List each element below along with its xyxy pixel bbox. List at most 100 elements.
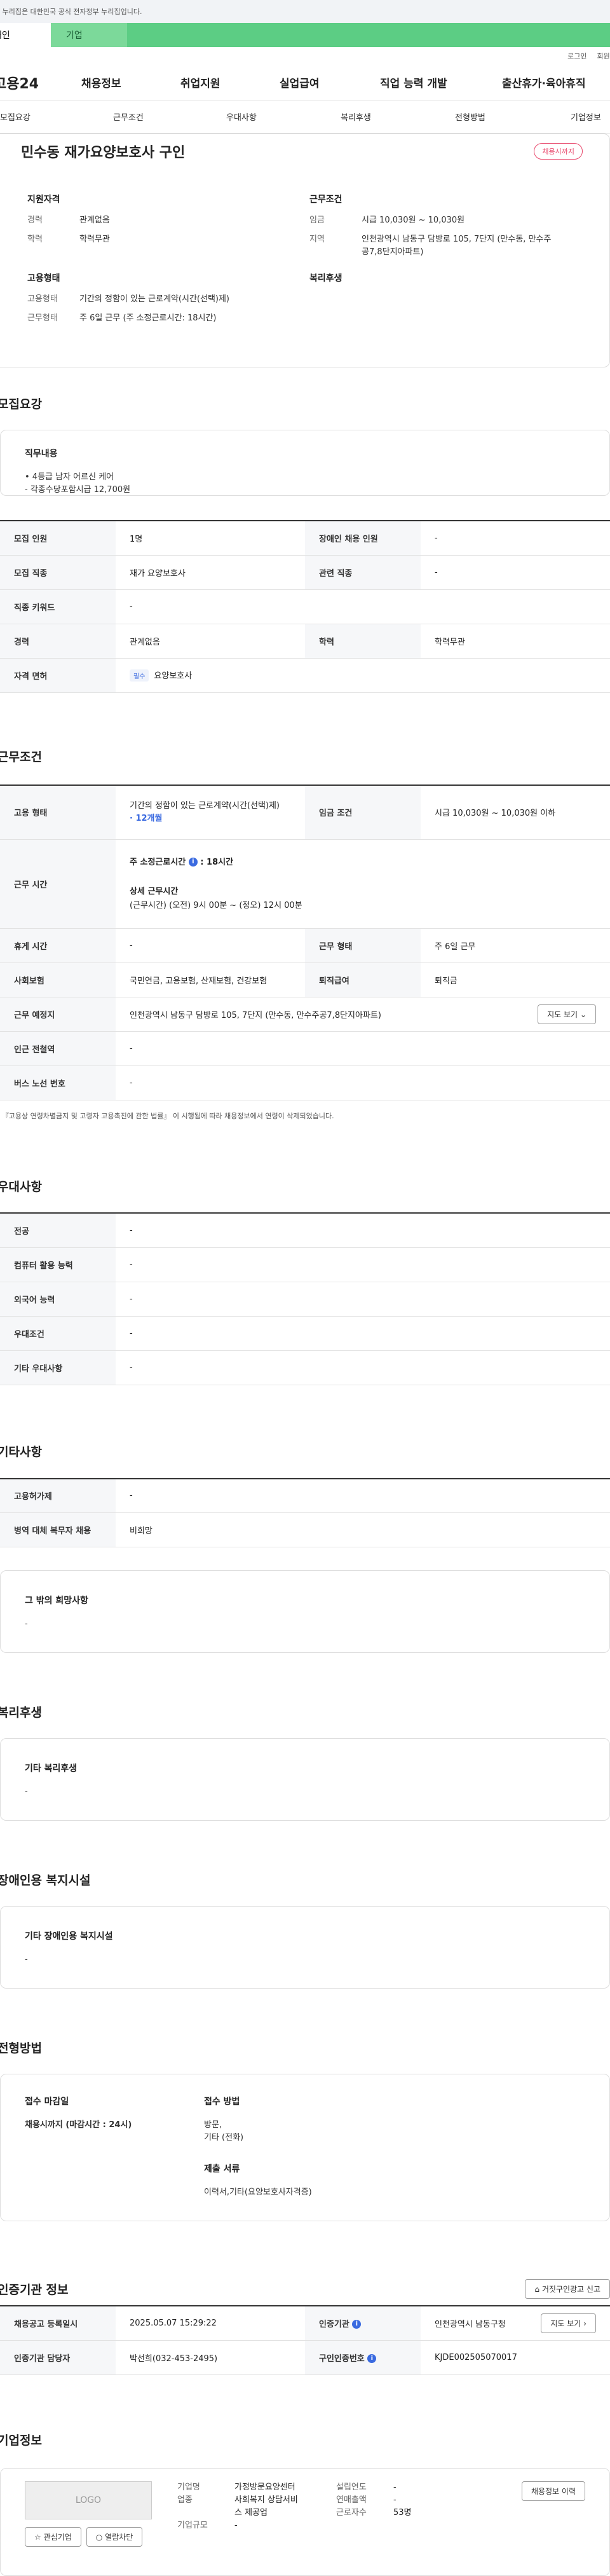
duty-line-2: - 각종수당포함시급 12,700원 bbox=[25, 485, 131, 495]
work-section: 근무조건 고용 형태 기간의 정함이 있는 근로계약(시간(선택)제) · 12개… bbox=[0, 744, 610, 1121]
subnav-welfare[interactable]: 복리후생 bbox=[341, 111, 371, 123]
recruit-history-button[interactable]: 채용정보 이력 bbox=[521, 2481, 585, 2501]
info-icon[interactable]: i bbox=[352, 2320, 362, 2329]
disability-box: 기타 장애인용 복지시설 - bbox=[0, 1906, 610, 1989]
table-row: 버스 노선 번호 - bbox=[0, 1065, 610, 1100]
info-icon[interactable]: i bbox=[367, 2354, 377, 2363]
tab-personal[interactable]: 개인 bbox=[0, 23, 51, 47]
subnav-preference[interactable]: 우대사항 bbox=[226, 111, 257, 123]
nav-unemployment-benefit[interactable]: 실업급여 bbox=[280, 74, 320, 90]
hope-title: 그 밖의 희망사항 bbox=[25, 1596, 88, 1606]
recruit-heading: 모집요강 bbox=[0, 397, 42, 411]
table-row: 기타 우대사항 - bbox=[0, 1350, 610, 1385]
recruit-table: 모집 인원 1명 장애인 채용 인원 - 모집 직종 재가 요양보호사 관련 직… bbox=[0, 520, 610, 693]
block-view-button[interactable]: ○ 열람차단 bbox=[86, 2526, 143, 2547]
preference-table: 전공 - 컴퓨터 활용 능력 - 외국어 능력 - 우대조건 - 기타 우대사항 - bbox=[0, 1212, 610, 1385]
subnav-company[interactable]: 기업정보 bbox=[571, 111, 601, 123]
contract-period: · 12개월 bbox=[130, 813, 163, 823]
employment-heading: 고용형태 bbox=[27, 273, 60, 284]
site-logo[interactable]: 고용24 bbox=[0, 72, 72, 93]
conditions-heading: 근무조건 bbox=[309, 195, 342, 205]
interest-company-button[interactable]: ☆ 관심기업 bbox=[25, 2526, 81, 2547]
work-heading: 근무조건 bbox=[0, 750, 42, 764]
table-row: 자격 면허 필수 요양보호사 bbox=[0, 658, 610, 693]
subnav-selection[interactable]: 전형방법 bbox=[455, 111, 485, 123]
table-row: 외국어 능력 - bbox=[0, 1282, 610, 1317]
table-row: 휴게 시간 - 근무 형태 주 6일 근무 bbox=[0, 928, 610, 963]
table-row: 모집 직종 재가 요양보호사 관련 직종 - bbox=[0, 555, 610, 590]
nav-employment-support[interactable]: 취업지원 bbox=[180, 74, 220, 90]
work-table: 고용 형태 기간의 정함이 있는 근로계약(시간(선택)제) · 12개월 임금 … bbox=[0, 784, 610, 1100]
table-row: 컴퓨터 활용 능력 - bbox=[0, 1247, 610, 1282]
top-utility-bar: 로그인 회원가입 bbox=[0, 47, 610, 65]
agency-view-button[interactable]: 지도 보기 › bbox=[541, 2313, 596, 2333]
company-logo: LOGO bbox=[25, 2481, 152, 2519]
preference-heading: 우대사항 bbox=[0, 1179, 42, 1194]
subnav-recruit[interactable]: 모집요강 bbox=[0, 111, 30, 123]
table-row: 사회보험 국민연금, 고용보험, 산재보험, 건강보험 퇴직급여 퇴직금 bbox=[0, 963, 610, 997]
hope-box: 그 밖의 희망사항 - bbox=[0, 1570, 610, 1653]
company-box: LOGO ☆ 관심기업 ○ 열람차단 기업명 가정방문요양센터 업종 사회복지 상담… bbox=[0, 2467, 610, 2576]
table-row: 근무 예정지 인천광역시 남동구 담방로 105, 7단지 (만수동, 만수주공… bbox=[0, 997, 610, 1032]
welfare-section-heading: 복리후생 bbox=[0, 1705, 42, 1720]
selection-box: 접수 마감일 채용시까지 (마감시간 : 24시) 접수 방법 방문, 기타 (… bbox=[0, 2074, 610, 2221]
user-tabs: 개인 기업 bbox=[0, 23, 610, 47]
table-row: 고용허가제 - bbox=[0, 1478, 610, 1513]
selection-heading: 전형방법 bbox=[0, 2041, 42, 2055]
duty-box: 직무내용 • 4등급 남자 어르신 케어 - 각종수당포함시급 12,700원 bbox=[0, 430, 610, 496]
map-view-button[interactable]: 지도 보기 ⌄ bbox=[538, 1004, 596, 1024]
welfare-heading: 복리후생 bbox=[309, 273, 342, 284]
table-row: 인증기관 담당자 박선희(032-453-2495) 구인인증번호 i KJDE… bbox=[0, 2340, 610, 2375]
gov-banner: 이 누리집은 대한민국 공식 전자정부 누리집입니다. bbox=[0, 0, 610, 23]
info-icon[interactable]: i bbox=[188, 858, 198, 867]
section-subnav: 모집요강 근무조건 우대사항 복리후생 전형방법 기업정보 bbox=[0, 100, 610, 134]
age-notice: ※ 『고용상 연령차별금지 및 고령자 고용촉진에 관한 법률』 이 시행됨에 … bbox=[0, 1112, 334, 1120]
etc-heading: 기타사항 bbox=[0, 1445, 42, 1459]
duty-title: 직무내용 bbox=[25, 449, 58, 459]
table-row: 병역 대체 복무자 채용 비희망 bbox=[0, 1512, 610, 1547]
etc-table: 고용허가제 - 병역 대체 복무자 채용 비희망 bbox=[0, 1477, 610, 1547]
job-title: 민수동 재가요양보호사 구인 bbox=[21, 145, 186, 161]
table-row: 근무 시간 주 소정근로시간 i : 18시간 상세 근무시간 (근무시간) (… bbox=[0, 839, 610, 929]
required-chip: 필수 bbox=[130, 669, 149, 682]
selection-section: 전형방법 접수 마감일 채용시까지 (마감시간 : 24시) 접수 방법 방문,… bbox=[0, 2034, 610, 2221]
company-section: 기업정보 LOGO ☆ 관심기업 ○ 열람차단 기업명 가정방문요양센터 업종 사회… bbox=[0, 2427, 610, 2576]
global-nav: 고용24 채용정보 취업지원 실업급여 직업 능력 개발 출산휴가·육아휴직 bbox=[0, 65, 610, 100]
table-row: 경력 관계없음 학력 학력무관 bbox=[0, 624, 610, 659]
table-row: 채용공고 등록일시 2025.05.07 15:29:22 인증기관 i 인천광… bbox=[0, 2306, 610, 2341]
preference-section: 우대사항 전공 - 컴퓨터 활용 능력 - 외국어 능력 - 우대조건 - 기타 우대사… bbox=[0, 1173, 610, 1385]
welfare-box: 기타 복리후생 - bbox=[0, 1738, 610, 1821]
chevron-right-icon: › bbox=[583, 2319, 586, 2328]
report-fake-ad-button[interactable]: ⌂ 거짓구인광고 신고 bbox=[525, 2278, 610, 2299]
etc-section: 기타사항 고용허가제 - 병역 대체 복무자 채용 비희망 그 밖의 희망사항 - bbox=[0, 1439, 610, 1653]
cert-heading: 인증기관 정보 bbox=[0, 2282, 69, 2297]
nav-job-skills[interactable]: 직업 능력 개발 bbox=[380, 74, 447, 90]
home-icon: ⌂ bbox=[534, 2284, 540, 2294]
table-row: 인근 전철역 - bbox=[0, 1031, 610, 1066]
job-summary-card: 민수동 재가요양보호사 구인 채용시까지 지원자격 경력 관계없음 학력 학력무관 … bbox=[0, 134, 610, 367]
deadline-badge: 채용시까지 bbox=[534, 143, 583, 160]
table-row: 직종 키워드 - bbox=[0, 589, 610, 624]
nav-parental-leave[interactable]: 출산휴가·육아휴직 bbox=[502, 74, 586, 90]
duty-line-1: • 4등급 남자 어르신 케어 bbox=[25, 472, 114, 482]
nav-recruit[interactable]: 채용정보 bbox=[81, 74, 121, 90]
subnav-conditions[interactable]: 근무조건 bbox=[113, 111, 144, 123]
tab-company[interactable]: 기업 bbox=[51, 23, 127, 47]
disability-section: 장애인용 복지시설 기타 장애인용 복지시설 - bbox=[0, 1867, 610, 1989]
cert-section: 인증기관 정보 ⌂ 거짓구인광고 신고 채용공고 등록일시 2025.05.07… bbox=[0, 2276, 610, 2375]
signup-link[interactable]: 회원가입 bbox=[597, 51, 610, 61]
table-row: 전공 - bbox=[0, 1213, 610, 1248]
login-link[interactable]: 로그인 bbox=[567, 51, 586, 61]
gov-banner-text: 이 누리집은 대한민국 공식 전자정부 누리집입니다. bbox=[0, 8, 142, 16]
deadline-value: 채용시까지 (마감시간 : 24시) bbox=[25, 2120, 132, 2130]
table-row: 모집 인원 1명 장애인 채용 인원 - bbox=[0, 521, 610, 556]
disability-heading: 장애인용 복지시설 bbox=[0, 1873, 91, 1887]
company-heading: 기업정보 bbox=[0, 2434, 42, 2448]
welfare-section: 복리후생 기타 복리후생 - bbox=[0, 1699, 610, 1821]
chevron-down-icon: ⌄ bbox=[580, 1010, 586, 1019]
table-row: 고용 형태 기간의 정함이 있는 근로계약(시간(선택)제) · 12개월 임금 … bbox=[0, 784, 610, 840]
qualification-heading: 지원자격 bbox=[27, 195, 60, 205]
summary-right: 근무조건 임금 시급 10,030원 ~ 10,030원 지역 인천광역시 남동구 … bbox=[309, 193, 592, 331]
recruit-section: 모집요강 직무내용 • 4등급 남자 어르신 케어 - 각종수당포함시급 12,… bbox=[0, 390, 610, 693]
block-icon: ○ bbox=[95, 2532, 103, 2542]
